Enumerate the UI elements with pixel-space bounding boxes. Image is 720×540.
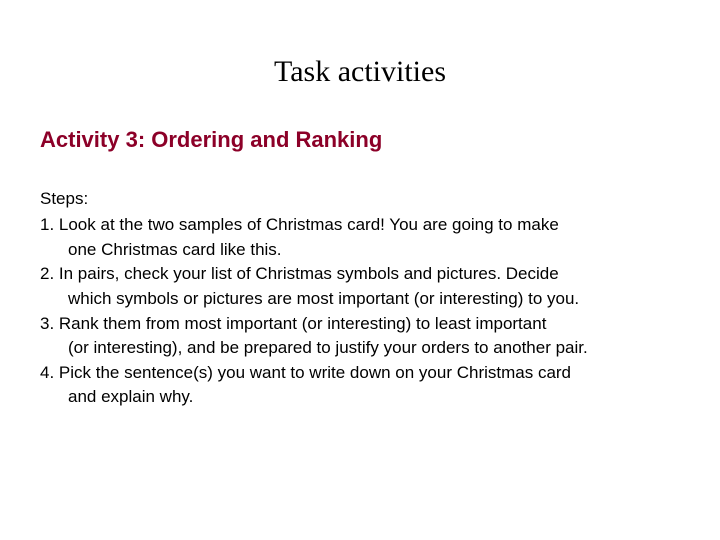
activity-heading: Activity 3: Ordering and Ranking	[40, 127, 680, 153]
step-1-line-1: 1. Look at the two samples of Christmas …	[40, 215, 559, 234]
step-2-line-1: 2. In pairs, check your list of Christma…	[40, 264, 559, 283]
step-2-line-2: which symbols or pictures are most impor…	[40, 287, 680, 312]
step-1: 1. Look at the two samples of Christmas …	[40, 213, 680, 262]
step-1-line-2: one Christmas card like this.	[40, 238, 680, 263]
steps-label: Steps:	[40, 189, 680, 209]
step-4-line-1: 4. Pick the sentence(s) you want to writ…	[40, 363, 571, 382]
step-3: 3. Rank them from most important (or int…	[40, 312, 680, 361]
step-4: 4. Pick the sentence(s) you want to writ…	[40, 361, 680, 410]
step-2: 2. In pairs, check your list of Christma…	[40, 262, 680, 311]
slide: Task activities Activity 3: Ordering and…	[0, 0, 720, 540]
step-4-line-2: and explain why.	[40, 385, 680, 410]
step-3-line-2: (or interesting), and be prepared to jus…	[40, 336, 680, 361]
step-3-line-1: 3. Rank them from most important (or int…	[40, 314, 546, 333]
page-title: Task activities	[40, 55, 680, 89]
